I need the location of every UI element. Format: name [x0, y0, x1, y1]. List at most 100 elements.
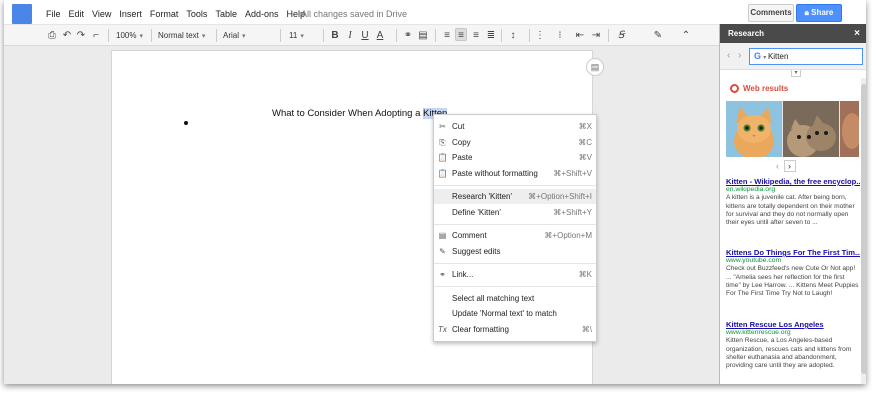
toolbar-divider	[216, 29, 217, 42]
back-arrow-icon[interactable]: ‹	[727, 50, 730, 61]
text-color-button[interactable]: A	[374, 29, 386, 42]
increase-indent-icon[interactable]: ⇥	[590, 29, 602, 42]
menu-item-label: Paste without formatting	[452, 169, 538, 178]
menu-tools[interactable]: Tools	[186, 9, 207, 19]
scrollbar-thumb[interactable]	[861, 84, 866, 374]
carousel-next-icon[interactable]: ›	[783, 160, 796, 172]
comment-icon[interactable]: ▤	[417, 29, 429, 42]
result-url: www.kittenrescue.org	[726, 329, 791, 337]
toolbar-divider	[151, 29, 152, 42]
menu-item-label: Update 'Normal text' to match	[452, 309, 557, 318]
menu-item-select-matching[interactable]: Select all matching text	[434, 291, 596, 306]
pen-icon[interactable]: ✎	[652, 29, 664, 42]
menu-edit[interactable]: Edit	[69, 9, 85, 19]
heading-text: What to Consider When Adopting a	[272, 108, 424, 119]
kitten-image-2[interactable]	[783, 101, 839, 157]
menu-item-label: Link...	[452, 270, 474, 279]
add-comment-icon[interactable]: ▤	[586, 58, 604, 76]
menu-item-clear-formatting[interactable]: Tx Clear formatting ⌘\	[434, 322, 596, 337]
menu-item-shortcut: ⌘V	[578, 153, 592, 162]
menu-item-suggest-edits[interactable]: ✎ Suggest edits	[434, 244, 596, 259]
scissors-icon: ✂	[439, 122, 446, 131]
undo-icon[interactable]: ↶	[61, 29, 73, 42]
collapse-arrow-icon[interactable]: ▾	[791, 70, 801, 77]
style-select[interactable]: Normal text	[158, 28, 205, 43]
menu-item-copy[interactable]: ⎘ Copy ⌘C	[434, 135, 596, 150]
menu-bar: File Edit View Insert Format Tools Table…	[4, 0, 719, 26]
document-heading[interactable]: What to Consider When Adopting a Kitten	[272, 108, 448, 119]
menu-item-paste-plain[interactable]: 📋 Paste without formatting ⌘+Shift+V	[434, 166, 596, 181]
collapse-toolbar-icon[interactable]: ⌃	[680, 29, 692, 42]
menu-item-comment[interactable]: ▤ Comment ⌘+Option+M	[434, 228, 596, 243]
menu-item-update-style[interactable]: Update 'Normal text' to match	[434, 306, 596, 321]
menu-divider	[434, 224, 596, 225]
result-url: en.wikipedia.org	[726, 186, 776, 194]
menu-item-label: Paste	[452, 153, 473, 162]
bulleted-list-icon[interactable]: ⁝	[554, 29, 566, 42]
forward-arrow-icon[interactable]: ›	[738, 50, 741, 61]
menu-view[interactable]: View	[92, 9, 111, 19]
app-window: File Edit View Insert Format Tools Table…	[4, 0, 866, 384]
font-size-select[interactable]: 11	[289, 28, 304, 43]
menu-item-define[interactable]: Define 'Kitten' ⌘+Shift+Y	[434, 205, 596, 220]
suggest-edits-icon: ✎	[439, 247, 446, 256]
result-title-link[interactable]: Kittens Do Things For The First Tim...	[726, 249, 860, 257]
numbered-list-icon[interactable]: ⋮	[534, 29, 546, 42]
comments-button[interactable]: Comments	[748, 4, 794, 22]
bold-button[interactable]: B	[329, 29, 341, 42]
image-results-strip[interactable]	[726, 101, 859, 157]
docs-logo-icon[interactable]	[12, 4, 32, 24]
close-icon[interactable]: ×	[854, 24, 860, 43]
redo-icon[interactable]: ↷	[75, 29, 87, 42]
justify-icon[interactable]: ≣	[485, 29, 497, 42]
clear-formatting-icon: Tx	[438, 325, 447, 334]
research-title: Research	[728, 29, 765, 38]
menu-item-paste[interactable]: 📋 Paste ⌘V	[434, 150, 596, 165]
italic-button[interactable]: I	[344, 29, 356, 42]
menu-item-research[interactable]: Research 'Kitten' ⌘+Option+Shift+I	[434, 189, 596, 204]
align-right-icon[interactable]: ≡	[470, 29, 482, 42]
toolbar: ⎙ ↶ ↷ ⌐ 100% Normal text Arial 11 B I U …	[4, 24, 719, 46]
clear-formatting-icon[interactable]: Ꞩ	[615, 29, 627, 42]
toolbar-divider	[608, 29, 609, 42]
menu-file[interactable]: File	[46, 9, 61, 19]
zoom-select[interactable]: 100%	[116, 28, 143, 43]
paint-format-icon[interactable]: ⌐	[90, 29, 102, 42]
menu-item-shortcut: ⌘+Shift+V	[553, 169, 592, 178]
font-select[interactable]: Arial	[223, 28, 246, 43]
result-title-link[interactable]: Kitten Rescue Los Angeles	[726, 321, 860, 329]
link-icon: ⚭	[439, 270, 446, 279]
menu-item-cut[interactable]: ✂ Cut ⌘X	[434, 119, 596, 134]
result-snippet: Kitten Rescue, a Los Angeles-based organ…	[726, 337, 852, 370]
paste-plain-icon: 📋	[437, 169, 448, 178]
print-icon[interactable]: ⎙	[46, 29, 58, 42]
line-spacing-icon[interactable]: ↕	[507, 29, 519, 42]
save-status: All changes saved in Drive	[301, 9, 408, 19]
underline-button[interactable]: U	[359, 29, 371, 42]
menu-format[interactable]: Format	[150, 9, 179, 19]
menu-item-shortcut: ⌘+Option+Shift+I	[528, 192, 592, 201]
paste-icon: 📋	[437, 153, 448, 162]
share-button[interactable]: 🔒︎ Share	[796, 4, 842, 22]
menu-insert[interactable]: Insert	[119, 9, 142, 19]
menu-addons[interactable]: Add-ons	[245, 9, 279, 19]
kitten-image-1[interactable]	[726, 101, 782, 157]
align-left-icon[interactable]: ≡	[441, 29, 453, 42]
carousel-prev-icon[interactable]: ‹	[776, 161, 779, 171]
link-icon[interactable]: ⚭	[402, 29, 414, 42]
menu-item-label: Define 'Kitten'	[452, 208, 501, 217]
menu-item-label: Select all matching text	[452, 294, 535, 303]
decrease-indent-icon[interactable]: ⇤	[574, 29, 586, 42]
menu-table[interactable]: Table	[215, 9, 237, 19]
research-panel: Research × ‹ › G ▾ Kitten ▾ Web results	[719, 24, 866, 384]
menu-item-label: Copy	[452, 138, 471, 147]
menu-item-shortcut: ⌘\	[581, 325, 592, 334]
result-item: Kitten Rescue Los Angeles www.kittenresc…	[726, 321, 860, 370]
kitten-image-3[interactable]	[840, 101, 859, 157]
research-search-input[interactable]: G ▾ Kitten	[749, 48, 863, 65]
align-center-icon[interactable]: ≡	[455, 28, 467, 41]
result-snippet: Check out Buzzfeed's new Cute Or Not app…	[726, 265, 859, 298]
result-title-link[interactable]: Kitten - Wikipedia, the free encyclop...	[726, 178, 860, 186]
menu-item-link[interactable]: ⚭ Link... ⌘K	[434, 267, 596, 282]
google-icon: G	[754, 51, 762, 61]
